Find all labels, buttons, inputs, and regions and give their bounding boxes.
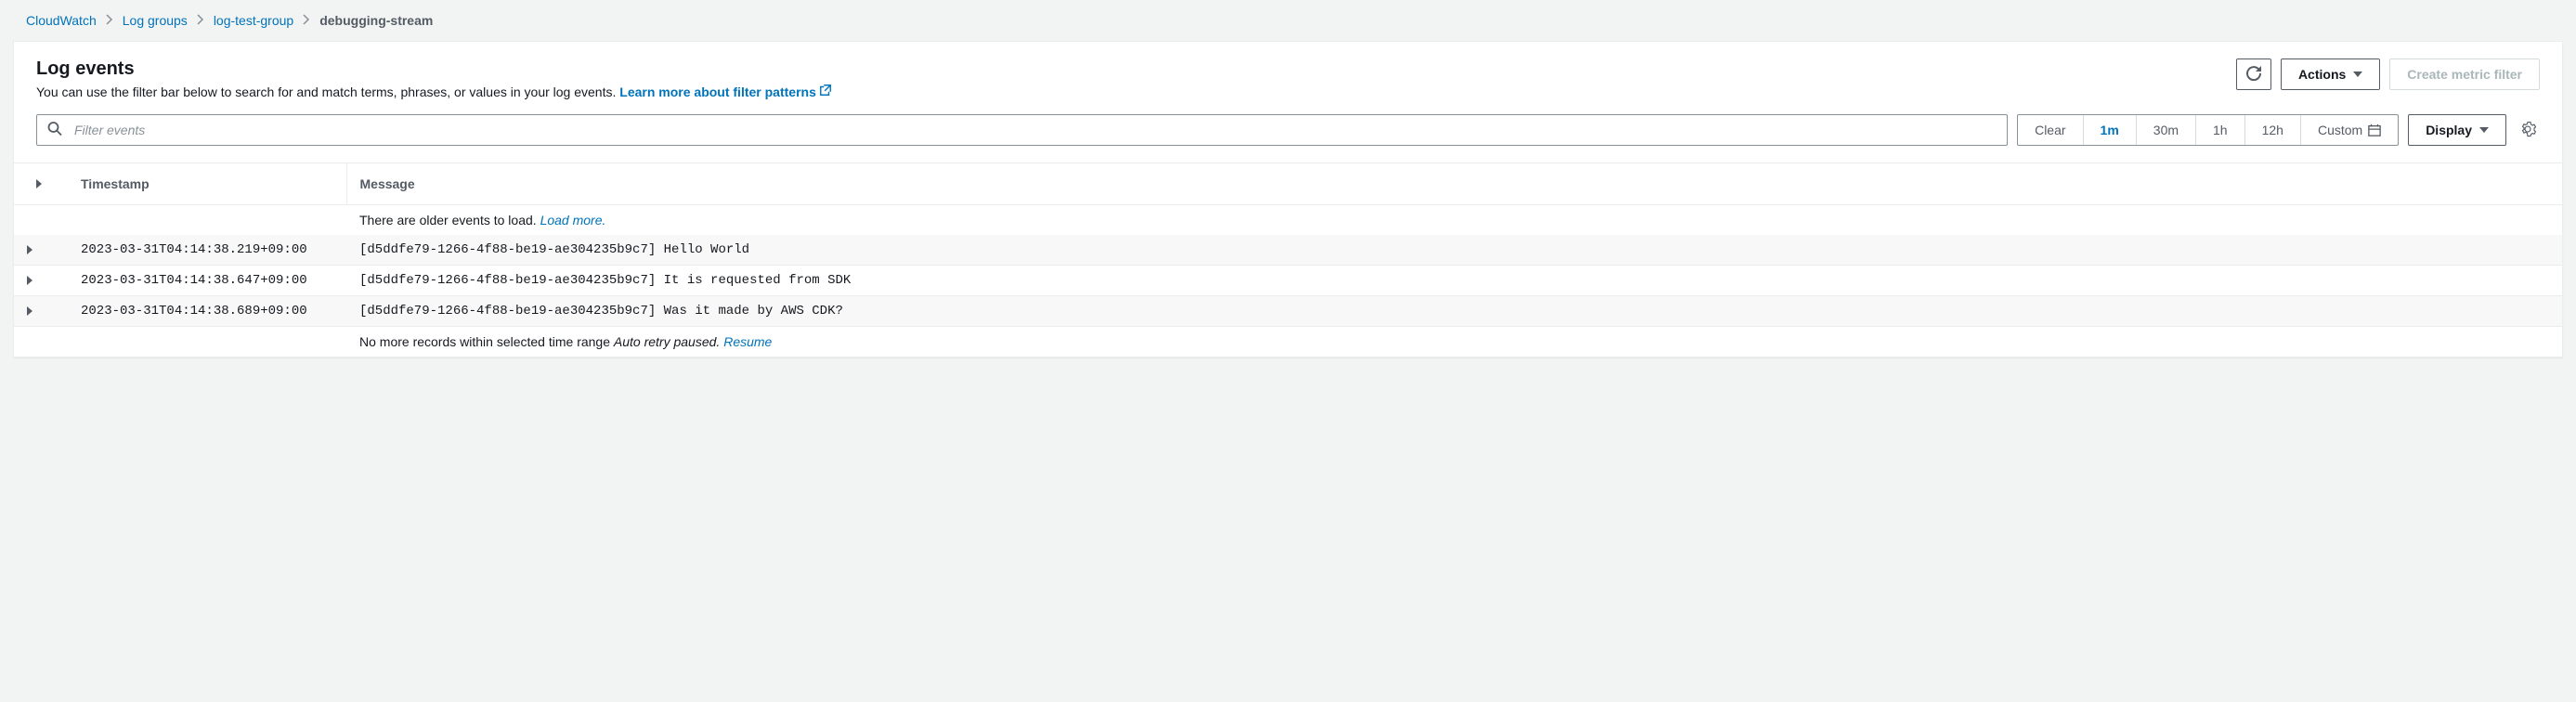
time-1h[interactable]: 1h — [2196, 115, 2245, 145]
chevron-down-icon — [2479, 127, 2489, 133]
settings-button[interactable] — [2516, 117, 2540, 144]
breadcrumb-current: debugging-stream — [319, 13, 433, 28]
breadcrumb: CloudWatch Log groups log-test-group deb… — [0, 0, 2576, 41]
load-more-link[interactable]: Load more. — [540, 213, 606, 228]
gear-icon — [2519, 121, 2536, 140]
timestamp-cell: 2023-03-31T04:14:38.689+09:00 — [68, 296, 346, 327]
resume-link[interactable]: Resume — [723, 334, 772, 349]
older-events-row: There are older events to load. Load mor… — [14, 205, 2562, 236]
breadcrumb-log-groups[interactable]: Log groups — [123, 13, 188, 28]
chevron-down-icon — [2353, 72, 2362, 77]
time-custom[interactable]: Custom — [2301, 115, 2398, 145]
message-cell: [d5ddfe79-1266-4f88-be19-ae304235b9c7] W… — [346, 296, 2562, 327]
breadcrumb-cloudwatch[interactable]: CloudWatch — [26, 13, 97, 28]
time-12h[interactable]: 12h — [2245, 115, 2301, 145]
chevron-right-icon — [27, 245, 33, 254]
panel-header: Log events You can use the filter bar be… — [14, 42, 2562, 114]
page-title: Log events — [36, 58, 2218, 80]
log-events-panel: Log events You can use the filter bar be… — [13, 41, 2563, 358]
calendar-icon — [2368, 124, 2381, 136]
timestamp-cell: 2023-03-31T04:14:38.647+09:00 — [68, 266, 346, 296]
chevron-right-icon — [303, 13, 310, 28]
footer-row: No more records within selected time ran… — [14, 327, 2562, 358]
toolbar: Clear 1m 30m 1h 12h Custom Display — [14, 114, 2562, 162]
expand-row-button[interactable] — [14, 296, 68, 327]
col-timestamp: Timestamp — [68, 163, 346, 205]
table-row: 2023-03-31T04:14:38.647+09:00 [d5ddfe79-… — [14, 266, 2562, 296]
create-metric-filter-button[interactable]: Create metric filter — [2389, 58, 2540, 90]
actions-button[interactable]: Actions — [2281, 58, 2380, 90]
table-row: 2023-03-31T04:14:38.689+09:00 [d5ddfe79-… — [14, 296, 2562, 327]
col-message: Message — [346, 163, 2562, 205]
time-1m[interactable]: 1m — [2084, 115, 2137, 145]
breadcrumb-log-test-group[interactable]: log-test-group — [214, 13, 293, 28]
col-expand[interactable] — [14, 163, 68, 205]
external-link-icon — [819, 84, 832, 99]
expand-row-button[interactable] — [14, 235, 68, 266]
refresh-button[interactable] — [2236, 58, 2271, 90]
time-clear[interactable]: Clear — [2018, 115, 2083, 145]
refresh-icon — [2246, 66, 2261, 84]
table-row: 2023-03-31T04:14:38.219+09:00 [d5ddfe79-… — [14, 235, 2562, 266]
message-cell: [d5ddfe79-1266-4f88-be19-ae304235b9c7] H… — [346, 235, 2562, 266]
timestamp-cell: 2023-03-31T04:14:38.219+09:00 — [68, 235, 346, 266]
display-button[interactable]: Display — [2408, 114, 2506, 146]
chevron-right-icon — [36, 179, 42, 188]
time-range-selector: Clear 1m 30m 1h 12h Custom — [2017, 114, 2399, 146]
chevron-right-icon — [197, 13, 204, 28]
page-subtitle: You can use the filter bar below to sear… — [36, 84, 2218, 99]
time-30m[interactable]: 30m — [2137, 115, 2196, 145]
chevron-right-icon — [27, 306, 33, 316]
message-cell: [d5ddfe79-1266-4f88-be19-ae304235b9c7] I… — [346, 266, 2562, 296]
chevron-right-icon — [106, 13, 113, 28]
expand-row-button[interactable] — [14, 266, 68, 296]
search-icon — [47, 122, 62, 139]
filter-events-input[interactable] — [36, 114, 2008, 146]
log-events-table: Timestamp Message There are older events… — [14, 162, 2562, 357]
learn-more-link[interactable]: Learn more about filter patterns — [619, 84, 832, 99]
chevron-right-icon — [27, 276, 33, 285]
